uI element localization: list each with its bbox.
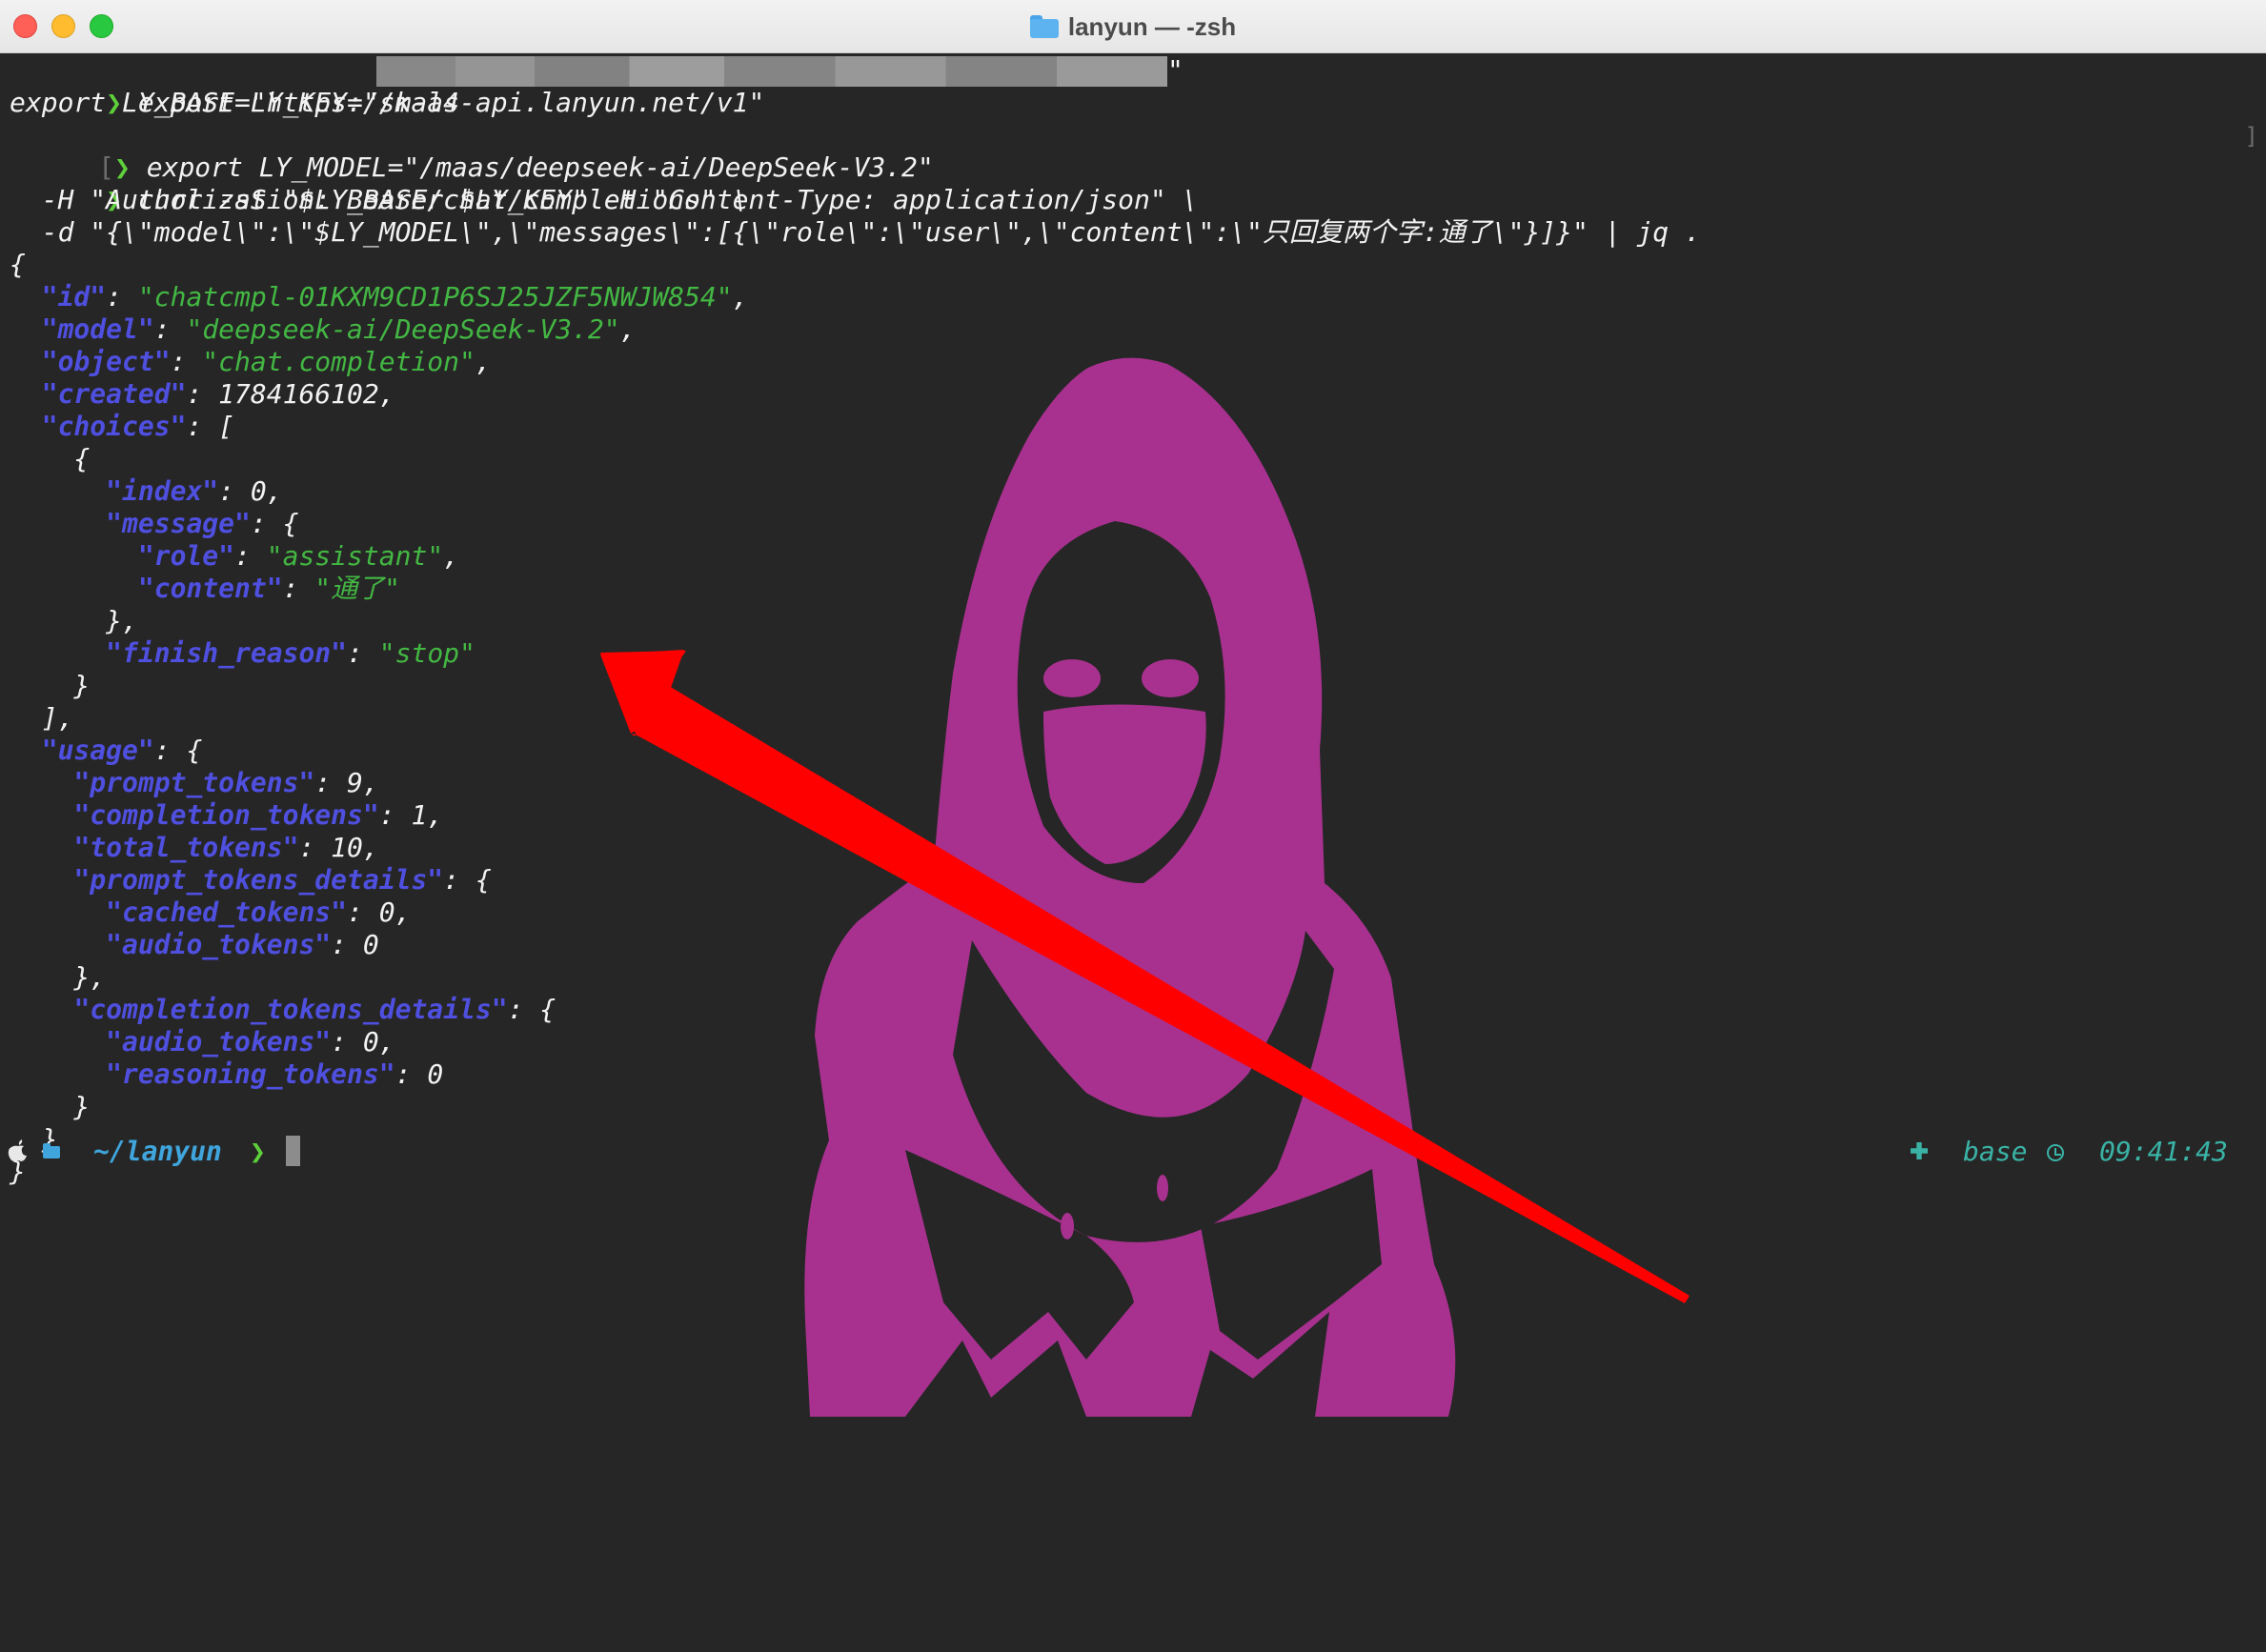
json-reasoning-tokens: "reasoning_tokens": 0 <box>106 1058 444 1090</box>
prompt-arrow-icon: ❯ <box>250 1136 266 1167</box>
json-bracket: ], <box>10 702 74 734</box>
json-index: "index": 0, <box>106 475 283 507</box>
json-message: "message": { <box>106 508 299 539</box>
terminal-content[interactable]: ❯ export LY_KEY="sk-l4 " export LY_BASE=… <box>0 54 2266 1652</box>
hooded-figure-wallpaper <box>804 357 1456 1418</box>
title-group: lanyun — -zsh <box>0 0 2266 53</box>
json-finish-reason: "finish_reason": "stop" <box>106 637 475 669</box>
json-total-tokens: "total_tokens": 10, <box>73 832 379 863</box>
json-object: "object": "chat.completion", <box>41 346 492 377</box>
json-brace: } <box>10 670 91 701</box>
folder-icon <box>43 1143 60 1158</box>
command-line-4: ❯ curl -sS "$LY_BASE/chat/completions" \ <box>10 151 748 215</box>
json-model: "model": "deepseek-ai/DeepSeek-V3.2", <box>41 313 637 345</box>
json-role: "role": "assistant", <box>137 540 460 572</box>
current-directory: ~/lanyun <box>93 1136 222 1167</box>
json-brace: }, <box>10 961 107 993</box>
export-key-suffix: " <box>1167 54 1184 86</box>
json-prompt-audio-tokens: "audio_tokens": 0 <box>106 929 379 960</box>
clock-icon <box>2047 1144 2064 1161</box>
json-choices: "choices": [ <box>41 411 235 442</box>
curl-header-line: -H "Authorization: Bearer $LY_KEY" -H "C… <box>10 184 1199 215</box>
json-prompt-tokens: "prompt_tokens": 9, <box>73 767 379 798</box>
window-title: lanyun — -zsh <box>1067 11 1237 41</box>
scroll-mark: ] <box>2244 123 2258 150</box>
json-id: "id": "chatcmpl-01KXM9CD1P6SJ25JZF5NWJW8… <box>41 281 749 312</box>
json-created: "created": 1784166102, <box>41 378 395 410</box>
title-bar: lanyun — -zsh <box>0 0 2266 53</box>
export-base-command: export LY_BASE="https://maas-api.lanyun.… <box>10 87 765 118</box>
folder-icon <box>1029 15 1059 38</box>
apple-icon <box>8 1139 28 1161</box>
command-line-3: [❯ export LY_MODEL="/maas/deepseek-ai/De… <box>98 151 934 183</box>
prompt-time: 09:41:43 <box>2099 1136 2228 1167</box>
json-open-brace: { <box>10 249 26 280</box>
json-usage: "usage": { <box>41 735 203 766</box>
json-content: "content": "通了" <box>137 573 401 604</box>
terminal-window: lanyun — -zsh ❯ export LY_KEY="sk-l4 " e… <box>0 0 2266 1652</box>
json-brace: { <box>10 443 91 474</box>
redacted-api-key <box>376 56 1167 87</box>
json-completion-tokens-details: "completion_tokens_details": { <box>73 994 556 1025</box>
json-brace: }, <box>10 605 138 636</box>
curl-data-line: -d "{\"model\":\"$LY_MODEL\",\"messages\… <box>10 216 1701 248</box>
json-brace: } <box>10 1091 91 1122</box>
json-completion-audio-tokens: "audio_tokens": 0, <box>106 1026 395 1058</box>
conda-env-name: base <box>1963 1136 2028 1167</box>
json-completion-tokens: "completion_tokens": 1, <box>73 799 444 831</box>
terminal-cursor[interactable] <box>286 1136 300 1166</box>
json-prompt-tokens-details: "prompt_tokens_details": { <box>73 864 492 896</box>
json-cached-tokens: "cached_tokens": 0, <box>106 897 412 928</box>
